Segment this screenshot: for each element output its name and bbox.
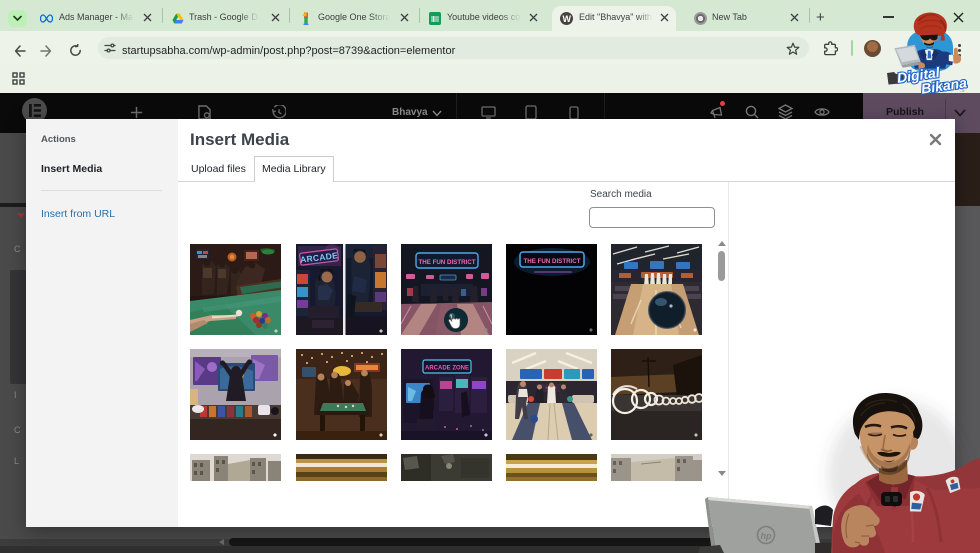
svg-text:hp: hp bbox=[761, 531, 772, 541]
svg-text:ARCADE ZONE: ARCADE ZONE bbox=[425, 366, 469, 372]
svg-text:.s: .s bbox=[959, 87, 964, 94]
svg-text:THE FUN DISTRICT: THE FUN DISTRICT bbox=[418, 259, 475, 266]
svg-text:THE FUN DISTRICT: THE FUN DISTRICT bbox=[523, 258, 580, 265]
